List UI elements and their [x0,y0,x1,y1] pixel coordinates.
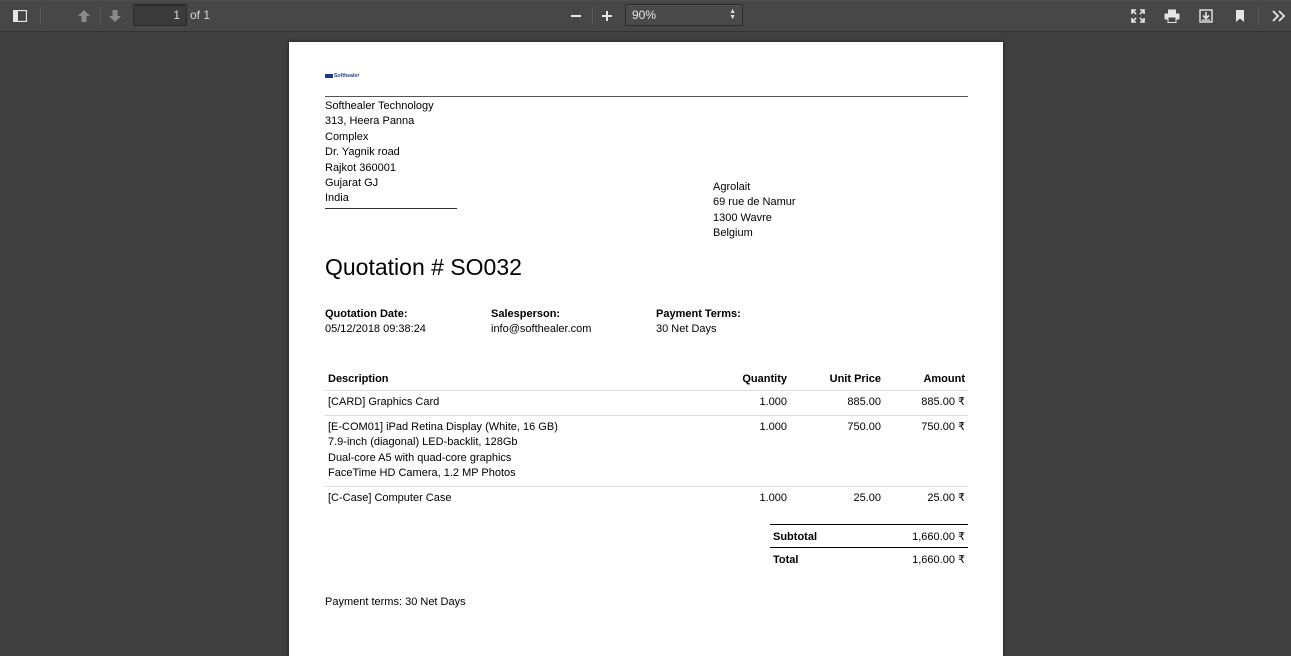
payment-terms-value: 30 Net Days [656,323,717,335]
column-header-description: Description [325,369,710,391]
description-line: FaceTime HD Camera, 1.2 MP Photos [328,466,516,479]
address-line: 313, Heera Panna Complex [325,115,415,143]
quotation-date-label: Quotation Date: [325,308,408,320]
totals-table: Subtotal 1,660.00 ₹ Total 1,660.00 ₹ [770,524,968,570]
pdf-toolbar: 1 of 1 90% ▲ ▼ [0,0,1291,32]
bookmark-icon[interactable] [1227,4,1253,28]
total-label: Total [770,547,861,570]
subtotal-value: 1,660.00 ₹ [860,524,968,548]
salesperson-value: info@softhealer.com [491,323,592,335]
toolbar-divider [1258,7,1259,25]
address-line: Gujarat GJ [325,177,379,190]
address-line: India [325,192,349,205]
toolbar-divider [100,7,101,25]
address-line: Rajkot 360001 [325,161,396,174]
table-row: [C-Case] Computer Case 1.000 25.00 25.00 ₹ [325,487,968,512]
toolbar-divider [40,7,41,25]
payment-terms-label: Payment Terms: [656,308,741,320]
description-line: [C-Case] Computer Case [328,492,452,505]
description-line: [CARD] Graphics Card [328,396,440,408]
quotation-date-block: Quotation Date: 05/12/2018 09:38:24 [325,307,426,337]
customer-name: Agrolait [713,181,751,193]
salesperson-block: Salesperson: info@softhealer.com [491,307,591,337]
line-amount: 750.00 ₹ [884,415,968,488]
quotation-date-value: 05/12/2018 09:38:24 [325,323,426,335]
line-quantity: 1.000 [759,492,787,505]
customer-address: Agrolait 69 rue de Namur 1300 Wavre Belg… [713,180,796,242]
line-unit-price: 750.00 [790,415,884,488]
salesperson-label: Salesperson: [491,308,561,320]
line-quantity: 1.000 [710,415,790,488]
zoom-out-icon[interactable] [563,4,589,28]
line-unit-price: 25.00 [853,492,881,505]
company-name: Softhealer Technology [325,100,434,112]
subtotal-row: Subtotal 1,660.00 ₹ [770,524,968,548]
sidebar-toggle-icon[interactable] [7,4,33,28]
page-count-label: of 1 [190,8,211,22]
address-line: 69 rue de Namur [713,196,796,209]
zoom-value: 90% [632,8,657,22]
zoom-in-icon[interactable] [594,4,620,28]
line-description: [CARD] Graphics Card [325,390,710,417]
table-header-row: Description Quantity Unit Price Amount [325,369,968,391]
company-address: Softhealer Technology 313, Heera Panna C… [325,99,457,209]
select-arrows-icon: ▲ ▼ [729,8,736,21]
description-line: 7.9-inch (diagonal) LED-backlit, 128Gb [328,436,518,449]
line-description: [C-Case] Computer Case [325,487,710,512]
toolbar-divider [592,7,593,25]
address-line: 1300 Wavre [713,211,772,224]
company-logo: Softhealer [325,73,359,79]
tools-menu-icon[interactable] [1266,4,1291,28]
column-header-amount: Amount [884,369,968,391]
payment-terms-block: Payment Terms: 30 Net Days [656,307,741,337]
print-icon[interactable] [1159,4,1185,28]
column-header-unit-price: Unit Price [790,369,884,391]
page-number-input[interactable]: 1 [133,4,187,26]
line-description: [E-COM01] iPad Retina Display (White, 16… [325,415,710,488]
logo-mark-icon [325,74,333,78]
next-page-icon[interactable] [102,4,128,28]
total-row: Total 1,660.00 ₹ [770,547,968,570]
previous-page-icon[interactable] [71,4,97,28]
line-quantity: 1.000 [710,390,790,417]
download-icon[interactable] [1193,4,1219,28]
pdf-page: Softhealer Softhealer Technology 313, He… [289,42,1003,656]
document-title: Quotation # SO032 [325,254,522,280]
description-line: [E-COM01] iPad Retina Display (White, 16… [328,421,558,434]
line-unit-price: 885.00 [790,390,884,417]
zoom-select[interactable]: 90% ▲ ▼ [625,4,743,26]
column-header-quantity: Quantity [710,369,790,391]
table-row: [CARD] Graphics Card 1.000 885.00 885.00 ₹ [325,390,968,417]
address-line: Belgium [713,227,753,240]
total-value: 1,660.00 ₹ [860,547,968,570]
table-row: [E-COM01] iPad Retina Display (White, 16… [325,415,968,488]
header-divider [325,96,968,97]
line-amount: 25.00 ₹ [927,492,965,505]
description-line: Dual-core A5 with quad-core graphics [328,451,512,464]
line-amount: 885.00 ₹ [884,390,968,417]
payment-terms-note: Payment terms: 30 Net Days [325,596,466,608]
presentation-mode-icon[interactable] [1125,4,1151,28]
address-line: Dr. Yagnik road [325,146,400,159]
order-lines-table: Description Quantity Unit Price Amount [… [325,369,968,511]
subtotal-label: Subtotal [770,524,861,548]
